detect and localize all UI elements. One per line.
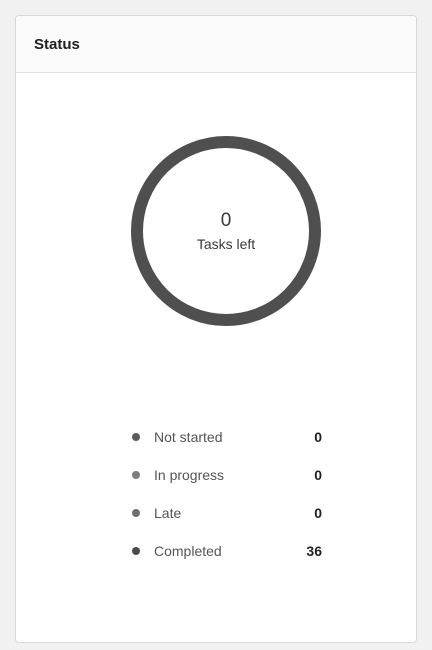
donut-center: 0 Tasks left (128, 133, 324, 329)
status-card: Status 0 Tasks left Not started 0 In pro… (15, 15, 417, 643)
legend-item-not-started: Not started 0 (132, 418, 322, 456)
card-header: Status (16, 16, 416, 73)
completed-dot (132, 547, 140, 555)
status-legend: Not started 0 In progress 0 Late 0 Compl… (132, 418, 322, 570)
late-dot (132, 509, 140, 517)
legend-label: In progress (154, 467, 225, 483)
legend-label: Completed (154, 543, 222, 559)
legend-item-late: Late 0 (132, 494, 322, 532)
legend-value: 0 (314, 429, 322, 445)
legend-label: Not started (154, 429, 223, 445)
status-donut-chart: 0 Tasks left (128, 133, 324, 329)
not-started-dot (132, 433, 140, 441)
legend-value: 36 (306, 543, 322, 559)
tasks-left-count: 0 (220, 210, 232, 231)
legend-label: Late (154, 505, 182, 521)
legend-value: 0 (314, 505, 322, 521)
legend-item-in-progress: In progress 0 (132, 456, 322, 494)
legend-item-completed: Completed 36 (132, 532, 322, 570)
tasks-left-label: Tasks left (196, 236, 256, 252)
card-title: Status (34, 35, 80, 53)
legend-value: 0 (314, 467, 322, 483)
in-progress-dot (132, 471, 140, 479)
